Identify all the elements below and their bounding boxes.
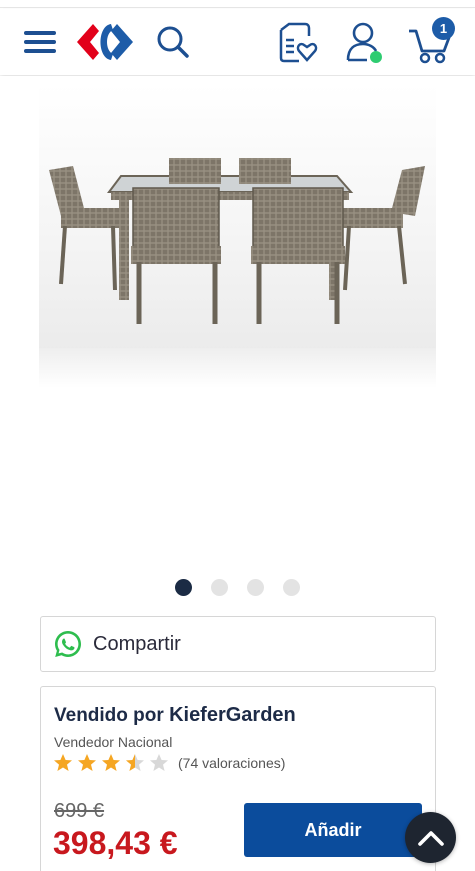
gallery-dot-1[interactable]	[175, 579, 192, 596]
carrefour-logo-mark	[77, 24, 133, 60]
carrefour-logo[interactable]	[72, 19, 138, 65]
product-image[interactable]	[39, 84, 436, 376]
whatsapp-icon	[55, 631, 81, 657]
sold-by-prefix: Vendido por	[54, 705, 164, 726]
gallery-dot-2[interactable]	[211, 579, 228, 596]
gallery-dot-3[interactable]	[247, 579, 264, 596]
gallery-pagination	[0, 579, 475, 597]
gallery-dot-4[interactable]	[283, 579, 300, 596]
user-account-icon	[346, 22, 382, 63]
current-price: 398,43 €	[53, 825, 178, 861]
search-button[interactable]	[152, 21, 194, 63]
hamburger-menu-icon	[24, 31, 56, 53]
sold-by-line: Vendido por KieferGarden	[54, 704, 296, 727]
seller-offer-card: Vendido por KieferGarden Vendedor Nacion…	[40, 686, 436, 871]
shopping-lists-button[interactable]	[272, 17, 322, 67]
share-whatsapp-button[interactable]: Compartir	[40, 616, 436, 672]
shopping-list-heart-icon	[279, 22, 318, 63]
status-bar-edge	[0, 0, 475, 8]
seller-name-link[interactable]: KieferGarden	[169, 704, 296, 726]
star-empty-icon	[150, 754, 168, 771]
add-to-cart-button[interactable]: Añadir	[244, 803, 422, 857]
share-label: Compartir	[93, 632, 181, 655]
seller-type: Vendedor Nacional	[54, 734, 173, 750]
old-price: 699 €	[54, 800, 105, 822]
account-button[interactable]	[340, 17, 390, 67]
product-gallery[interactable]	[0, 76, 475, 566]
rating-count: (74 valoraciones)	[178, 755, 286, 771]
star-full-icon	[102, 754, 120, 771]
menu-button[interactable]	[20, 23, 60, 61]
seller-rating[interactable]: (74 valoraciones)	[53, 753, 285, 773]
star-full-icon	[54, 754, 72, 771]
site-header	[0, 9, 475, 75]
star-half-icon	[126, 754, 144, 771]
image-reflection	[39, 348, 436, 388]
search-icon	[157, 26, 189, 58]
rating-stars	[53, 753, 169, 773]
scroll-to-top-button[interactable]	[405, 812, 456, 863]
star-full-icon	[78, 754, 96, 771]
chevron-up-icon	[417, 830, 444, 846]
cart-count-badge: 1	[432, 17, 455, 40]
